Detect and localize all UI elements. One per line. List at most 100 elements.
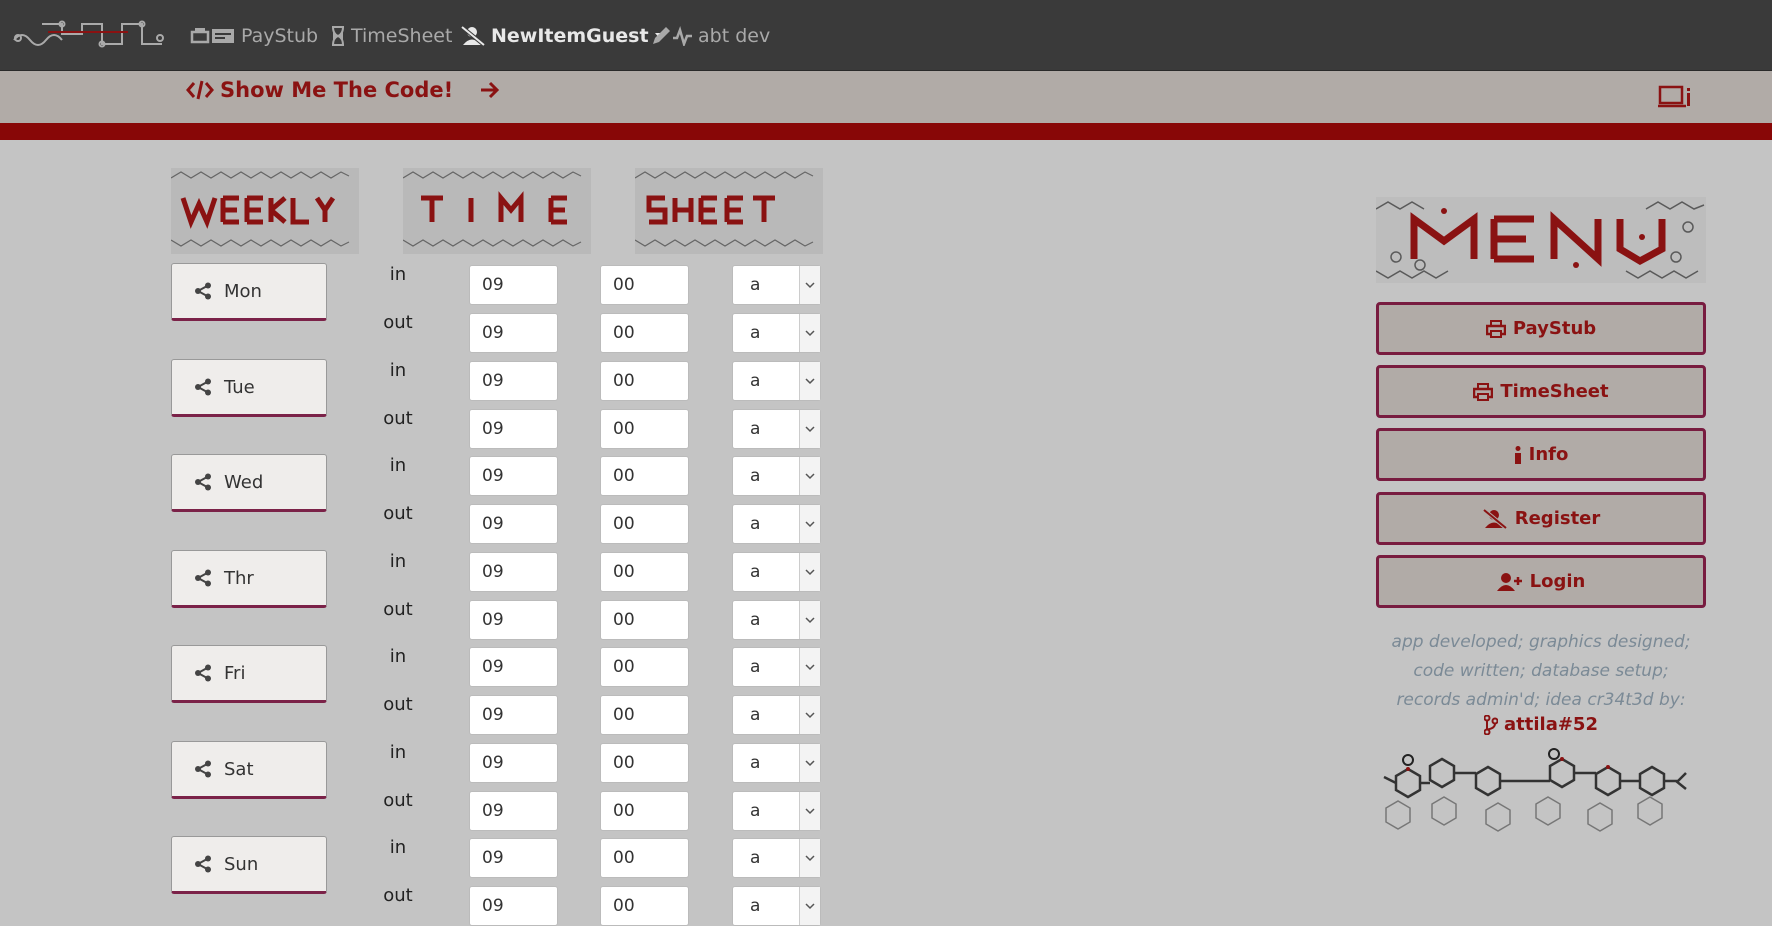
- hour-input[interactable]: 09: [469, 313, 558, 353]
- share-icon: [195, 760, 211, 778]
- nav-about-dev[interactable]: abt dev: [651, 22, 770, 50]
- select-arrow[interactable]: [799, 744, 820, 782]
- minute-input[interactable]: 00: [600, 791, 689, 831]
- hour-input[interactable]: 09: [469, 791, 558, 831]
- day-button-sun[interactable]: Sun: [171, 836, 327, 894]
- select-arrow[interactable]: [799, 362, 820, 400]
- ampm-select[interactable]: a: [732, 409, 821, 449]
- hour-input[interactable]: 09: [469, 456, 558, 496]
- ampm-select[interactable]: a: [732, 838, 821, 878]
- minute-input[interactable]: 00: [600, 886, 689, 926]
- pencil-pulse-icon: [653, 26, 692, 46]
- menu-login-label: Login: [1529, 571, 1586, 592]
- menu-timesheet-button[interactable]: TimeSheet: [1376, 365, 1706, 418]
- select-arrow[interactable]: [799, 601, 820, 639]
- author-link[interactable]: attila#52: [1376, 714, 1706, 735]
- hour-input[interactable]: 09: [469, 409, 558, 449]
- select-arrow[interactable]: [799, 839, 820, 877]
- select-arrow[interactable]: [799, 887, 820, 925]
- ampm-select[interactable]: a: [732, 695, 821, 735]
- hourglass-icon: [332, 26, 344, 46]
- ampm-select[interactable]: a: [732, 647, 821, 687]
- ampm-select[interactable]: a: [732, 791, 821, 831]
- chevron-down-icon: [805, 902, 815, 909]
- day-button-sat[interactable]: Sat: [171, 741, 327, 799]
- code-branch-icon: [1484, 714, 1498, 735]
- select-arrow[interactable]: [799, 648, 820, 686]
- hour-input[interactable]: 09: [469, 886, 558, 926]
- hour-input[interactable]: 09: [469, 265, 558, 305]
- ampm-select[interactable]: a: [732, 361, 821, 401]
- day-label: Wed: [224, 471, 264, 493]
- ampm-select[interactable]: a: [732, 552, 821, 592]
- chevron-down-icon: [805, 377, 815, 384]
- select-arrow[interactable]: [799, 457, 820, 495]
- nav-newitemguest-dropdown[interactable]: NewItemGuest: [460, 22, 665, 50]
- share-icon: [195, 473, 211, 491]
- select-arrow[interactable]: [799, 792, 820, 830]
- chevron-down-icon: [805, 520, 815, 527]
- print-icon: [1473, 382, 1494, 401]
- day-button-thr[interactable]: Thr: [171, 550, 327, 608]
- device-info-icon[interactable]: [1658, 84, 1696, 112]
- nav-paystub[interactable]: PayStub: [190, 22, 318, 50]
- in-label: in: [389, 742, 407, 763]
- select-arrow[interactable]: [799, 314, 820, 352]
- select-arrow[interactable]: [799, 266, 820, 304]
- minute-input[interactable]: 00: [600, 313, 689, 353]
- ampm-value: a: [750, 753, 761, 773]
- menu-timesheet-label: TimeSheet: [1500, 381, 1609, 402]
- brand-logo[interactable]: [12, 14, 166, 56]
- hour-input[interactable]: 09: [469, 504, 558, 544]
- hour-input[interactable]: 09: [469, 552, 558, 592]
- hour-input[interactable]: 09: [469, 695, 558, 735]
- menu-info-button[interactable]: Info: [1376, 428, 1706, 481]
- chevron-down-icon: [805, 281, 815, 288]
- chevron-down-icon: [805, 616, 815, 623]
- menu-paystub-button[interactable]: PayStub: [1376, 302, 1706, 355]
- ampm-select[interactable]: a: [732, 504, 821, 544]
- chevron-down-icon: [805, 759, 815, 766]
- day-button-mon[interactable]: Mon: [171, 263, 327, 321]
- hour-input[interactable]: 09: [469, 600, 558, 640]
- hour-input[interactable]: 09: [469, 838, 558, 878]
- minute-input[interactable]: 00: [600, 743, 689, 783]
- select-arrow[interactable]: [799, 696, 820, 734]
- in-label: in: [389, 837, 407, 858]
- ampm-select[interactable]: a: [732, 743, 821, 783]
- minute-input[interactable]: 00: [600, 647, 689, 687]
- ampm-select[interactable]: a: [732, 600, 821, 640]
- nav-timesheet[interactable]: TimeSheet: [330, 22, 452, 50]
- ampm-select[interactable]: a: [732, 456, 821, 496]
- hour-input[interactable]: 09: [469, 743, 558, 783]
- minute-input[interactable]: 00: [600, 504, 689, 544]
- minute-input[interactable]: 00: [600, 456, 689, 496]
- chevron-down-icon: [805, 329, 815, 336]
- day-label: Thr: [224, 567, 254, 589]
- user-plus-icon: [1496, 572, 1522, 591]
- ampm-select[interactable]: a: [732, 265, 821, 305]
- ampm-value: a: [750, 419, 761, 439]
- minute-input[interactable]: 00: [600, 838, 689, 878]
- minute-input[interactable]: 00: [600, 409, 689, 449]
- minute-input[interactable]: 00: [600, 695, 689, 735]
- day-button-wed[interactable]: Wed: [171, 454, 327, 512]
- menu-login-button[interactable]: Login: [1376, 555, 1706, 608]
- chevron-down-icon: [805, 472, 815, 479]
- select-arrow[interactable]: [799, 553, 820, 591]
- minute-input[interactable]: 00: [600, 265, 689, 305]
- show-code-link[interactable]: Show Me The Code!: [186, 78, 501, 102]
- ampm-select[interactable]: a: [732, 886, 821, 926]
- user-slash-icon: [1482, 508, 1508, 529]
- menu-register-button[interactable]: Register: [1376, 492, 1706, 545]
- hour-input[interactable]: 09: [469, 647, 558, 687]
- minute-input[interactable]: 00: [600, 361, 689, 401]
- ampm-select[interactable]: a: [732, 313, 821, 353]
- day-button-tue[interactable]: Tue: [171, 359, 327, 417]
- minute-input[interactable]: 00: [600, 600, 689, 640]
- minute-input[interactable]: 00: [600, 552, 689, 592]
- select-arrow[interactable]: [799, 410, 820, 448]
- select-arrow[interactable]: [799, 505, 820, 543]
- day-button-fri[interactable]: Fri: [171, 645, 327, 703]
- hour-input[interactable]: 09: [469, 361, 558, 401]
